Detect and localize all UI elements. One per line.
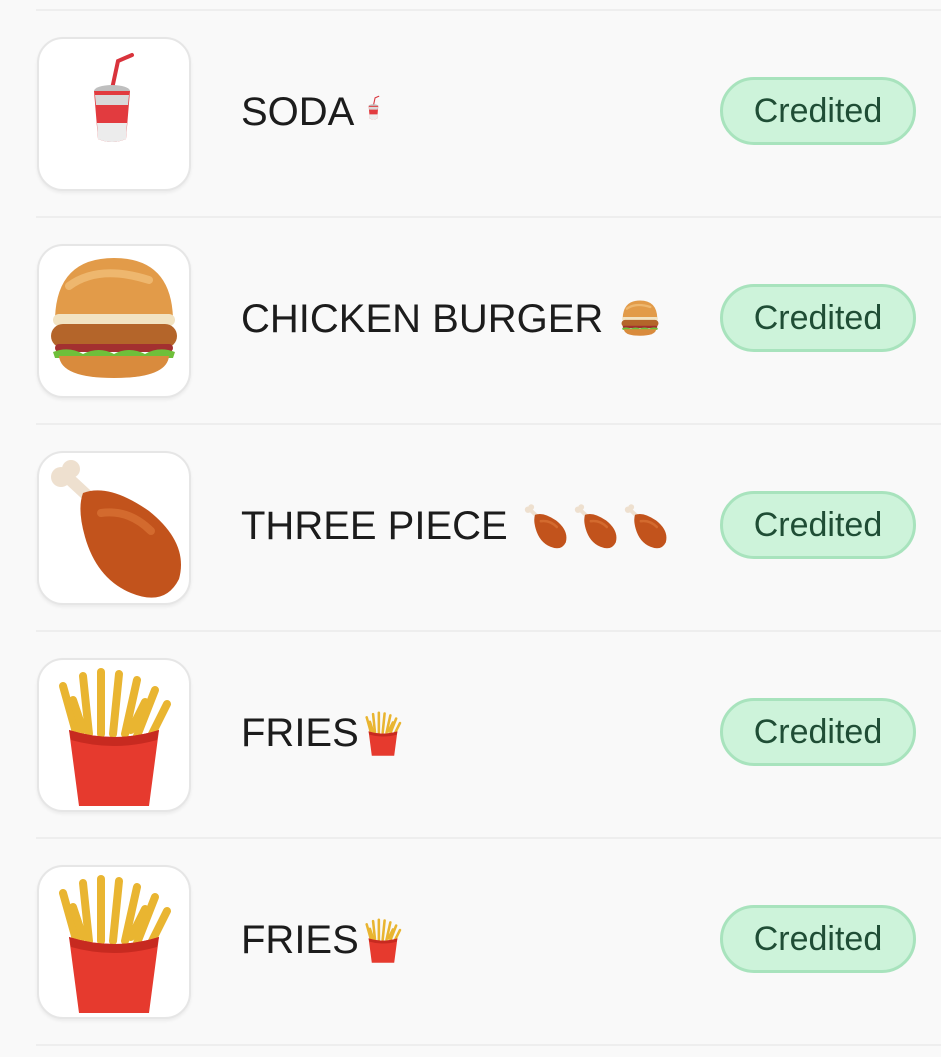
item-title-text: THREE PIECE xyxy=(241,504,508,548)
status-badge: Credited xyxy=(720,905,916,973)
item-image xyxy=(37,244,191,398)
item-image xyxy=(37,451,191,605)
item-title: FRIES xyxy=(241,708,407,758)
chicken-drumstick-icon xyxy=(520,502,670,550)
list-item[interactable]: SODA Credited xyxy=(0,37,941,193)
status-badge: Credited xyxy=(720,698,916,766)
item-image xyxy=(37,37,191,191)
divider xyxy=(36,837,941,839)
item-image xyxy=(37,658,191,812)
divider xyxy=(36,630,941,632)
divider xyxy=(36,9,941,11)
list-item[interactable]: THREE PIECE Credited xyxy=(0,451,941,607)
order-items-list: SODA Credited CHICKEN BURGER Credited TH… xyxy=(0,0,941,1057)
divider xyxy=(36,1044,941,1046)
item-title-text: SODA xyxy=(241,90,355,134)
list-item[interactable]: CHICKEN BURGER Credited xyxy=(0,244,941,400)
status-badge: Credited xyxy=(720,77,916,145)
item-title-text: FRIES xyxy=(241,918,359,962)
status-badge: Credited xyxy=(720,284,916,352)
item-title: THREE PIECE xyxy=(241,501,670,551)
divider xyxy=(36,423,941,425)
item-title: FRIES xyxy=(241,915,407,965)
french-fries-icon xyxy=(39,867,189,1017)
item-title-text: FRIES xyxy=(241,711,359,755)
item-image xyxy=(37,865,191,1019)
french-fries-icon xyxy=(359,915,407,965)
soda-cup-icon xyxy=(354,88,394,136)
chicken-drumstick-icon xyxy=(39,453,189,603)
divider xyxy=(36,216,941,218)
soda-cup-icon xyxy=(39,39,189,189)
list-item[interactable]: FRIES Credited xyxy=(0,658,941,814)
hamburger-icon xyxy=(39,246,189,396)
list-item[interactable]: FRIES Credited xyxy=(0,865,941,1021)
hamburger-icon xyxy=(615,297,665,341)
status-badge: Credited xyxy=(720,491,916,559)
french-fries-icon xyxy=(359,708,407,758)
french-fries-icon xyxy=(39,660,189,810)
item-title: SODA xyxy=(241,87,394,137)
item-title: CHICKEN BURGER xyxy=(241,294,665,344)
item-title-text: CHICKEN BURGER xyxy=(241,297,604,341)
